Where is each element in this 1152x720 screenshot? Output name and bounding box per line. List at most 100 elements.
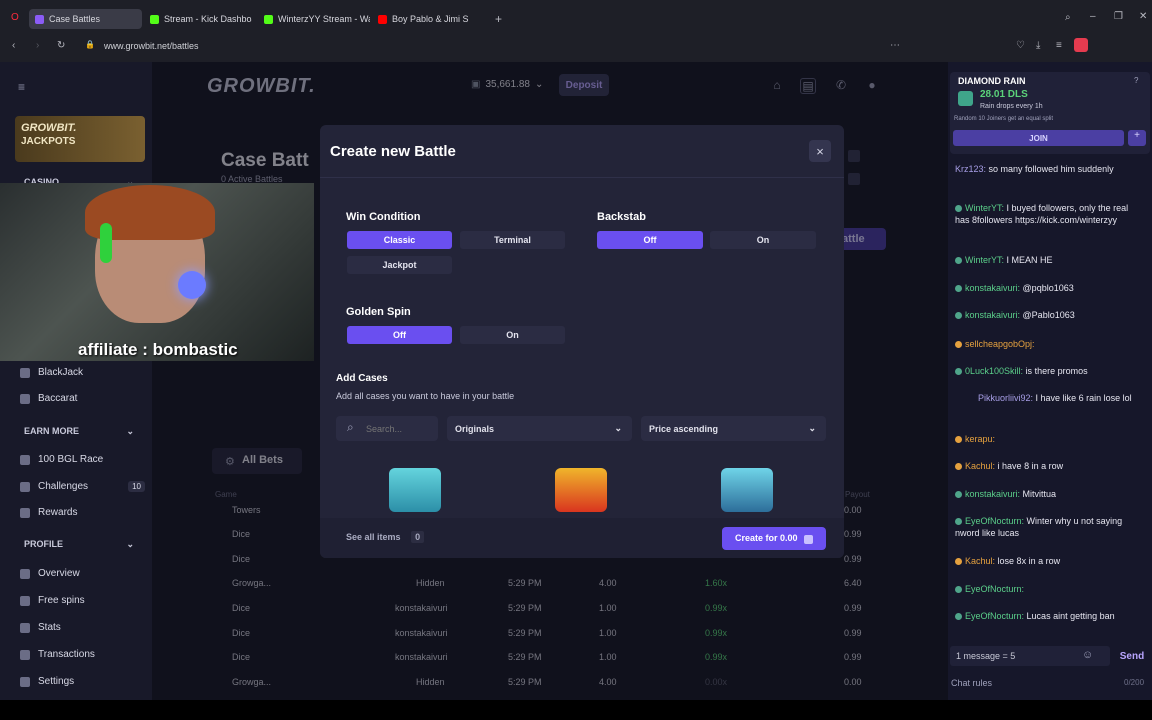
menu-list-icon[interactable]: ≡ <box>1056 40 1062 51</box>
close-window-icon[interactable]: ✕ <box>1139 11 1147 22</box>
user-avatar-icon <box>955 613 962 621</box>
help-icon[interactable]: ? <box>1134 76 1138 85</box>
record-icon[interactable] <box>1074 38 1088 52</box>
download-icon[interactable]: ⤓ <box>1036 40 1040 51</box>
category-dropdown[interactable]: Originals ⌄ <box>447 416 632 441</box>
user-avatar-icon <box>955 341 962 349</box>
browser-chrome: O Case Battles Stream - Kick Dashboard W… <box>0 0 1152 62</box>
chat-message: kerapu: <box>955 433 1145 445</box>
back-icon[interactable]: ‹ <box>12 40 15 51</box>
add-cases-subtitle: Add all cases you want to have in your b… <box>336 391 515 401</box>
maximize-icon[interactable]: ❐ <box>1114 11 1123 22</box>
chat-message: konstakaivuri: Mitvittua <box>955 488 1145 500</box>
backstab-off-button[interactable]: Off <box>597 231 703 249</box>
stats-icon <box>20 622 30 633</box>
golden-spin-off-button[interactable]: Off <box>347 326 452 344</box>
hamburger-menu-icon[interactable]: ≡ <box>18 80 25 94</box>
blackjack-icon <box>20 367 30 378</box>
chat-message: EyeOfNocturn: <box>955 583 1145 595</box>
sidebar-item-stats[interactable]: Stats <box>20 622 145 633</box>
chat-message: Pikkuorliivi92: I have like 6 rain lose … <box>978 393 1132 403</box>
heart-icon[interactable]: ♡ <box>1016 40 1025 51</box>
sidebar-item-transactions[interactable]: Transactions <box>20 649 145 660</box>
user-avatar-icon <box>955 205 962 213</box>
rain-amount: 28.01 DLS <box>980 89 1028 100</box>
extensions-icon[interactable]: ⋯ <box>890 40 900 51</box>
send-button[interactable]: Send <box>1116 646 1148 666</box>
user-avatar-icon <box>955 257 962 265</box>
chat-message: EyeOfNocturn: Winter why u not saying nw… <box>955 516 1123 538</box>
chevron-down-icon: ⌄ <box>808 423 816 433</box>
race-icon <box>20 454 30 465</box>
kick-favicon-icon <box>264 14 273 24</box>
add-cases-title: Add Cases <box>336 373 388 384</box>
overview-icon <box>20 568 30 579</box>
close-icon[interactable]: × <box>809 140 831 162</box>
user-avatar-icon <box>955 463 962 471</box>
youtube-favicon-icon <box>378 14 387 24</box>
chat-message: Kachul: lose 8x in a row <box>955 555 1145 567</box>
rain-subtitle: Rain drops every 1h <box>980 103 1043 110</box>
webcam-overlay: affiliate : bombastic <box>0 183 314 361</box>
tab-case-battles[interactable]: Case Battles <box>29 9 142 29</box>
see-all-items-link[interactable]: See all items 0 <box>346 531 425 543</box>
address-bar[interactable]: www.growbit.net/battles <box>104 37 804 55</box>
add-icon[interactable]: + <box>1128 130 1146 146</box>
case-item[interactable] <box>721 468 773 512</box>
sidebar-item-settings[interactable]: Settings <box>20 676 145 687</box>
reload-icon[interactable]: ↻ <box>57 40 65 51</box>
lock-icon: 🔒 <box>85 40 95 49</box>
chat-message: sellcheapgobOpj: <box>955 338 1145 350</box>
new-tab-icon[interactable]: + <box>495 12 502 26</box>
search-icon: ⌕ <box>347 420 354 434</box>
opera-logo-icon[interactable]: O <box>11 12 19 23</box>
win-condition-classic-button[interactable]: Classic <box>347 231 452 249</box>
chat-message: Krz123: so many followed him suddenly <box>955 164 1114 174</box>
chat-message: konstakaivuri: @pqblo1063 <box>955 282 1145 294</box>
microphone-light <box>178 271 206 299</box>
free-spins-icon <box>20 595 30 606</box>
chat-rules-link[interactable]: Chat rules <box>951 678 992 688</box>
challenges-icon <box>20 481 30 492</box>
jackpots-banner[interactable]: GROWBIT. JACKPOTS <box>15 116 145 162</box>
tab-youtube-music[interactable]: Boy Pablo & Jimi S <box>372 9 490 29</box>
rain-description: Random 10 Joiners get an equal split <box>954 116 1054 122</box>
sidebar-item-blackjack[interactable]: BlackJack <box>20 367 145 378</box>
case-item[interactable] <box>389 468 441 512</box>
sidebar-item-race[interactable]: 100 BGL Race <box>20 454 145 465</box>
chat-message: WinterYT: I MEAN HE <box>955 254 1145 266</box>
sidebar-item-challenges[interactable]: Challenges 10 <box>20 481 145 492</box>
user-avatar-icon <box>955 436 962 444</box>
backstab-title: Backstab <box>597 211 646 223</box>
sidebar-item-overview[interactable]: Overview <box>20 568 145 579</box>
sidebar-item-free-spins[interactable]: Free spins <box>20 595 145 606</box>
user-avatar-icon <box>955 558 962 566</box>
sidebar-item-rewards[interactable]: Rewards <box>20 507 145 518</box>
minimize-icon[interactable]: – <box>1090 11 1096 22</box>
chat-message: 0Luck100Skill: is there promos <box>955 365 1145 377</box>
forward-icon[interactable]: › <box>36 40 39 51</box>
user-avatar-icon <box>955 312 962 320</box>
divider <box>320 177 844 178</box>
search-tabs-icon[interactable]: ⌕ <box>1065 12 1071 23</box>
tab-kick-dashboard[interactable]: Stream - Kick Dashboard <box>144 9 252 29</box>
sort-dropdown[interactable]: Price ascending ⌄ <box>641 416 826 441</box>
tab-winterzyy-stream[interactable]: WinterzYY Stream - Watch <box>258 9 370 29</box>
earn-more-section-header[interactable]: EARN MORE ⌄ <box>24 426 134 437</box>
emoji-icon[interactable]: ☺ <box>1082 649 1093 661</box>
chevron-down-icon: ⌄ <box>126 426 134 436</box>
rewards-icon <box>20 507 30 518</box>
profile-section-header[interactable]: PROFILE ⌄ <box>24 539 134 550</box>
baccarat-icon <box>20 393 30 404</box>
kick-favicon-icon <box>150 14 159 24</box>
create-battle-submit-button[interactable]: Create for 0.00 <box>722 527 826 550</box>
backstab-on-button[interactable]: On <box>710 231 816 249</box>
win-condition-terminal-button[interactable]: Terminal <box>460 231 565 249</box>
golden-spin-on-button[interactable]: On <box>460 326 565 344</box>
case-item[interactable] <box>555 468 607 512</box>
chat-char-counter: 0/200 <box>1124 678 1145 687</box>
win-condition-jackpot-button[interactable]: Jackpot <box>347 256 452 274</box>
sidebar-item-baccarat[interactable]: Baccarat <box>20 393 145 404</box>
see-all-count-badge: 0 <box>411 531 425 543</box>
join-rain-button[interactable]: JOIN <box>953 130 1124 146</box>
